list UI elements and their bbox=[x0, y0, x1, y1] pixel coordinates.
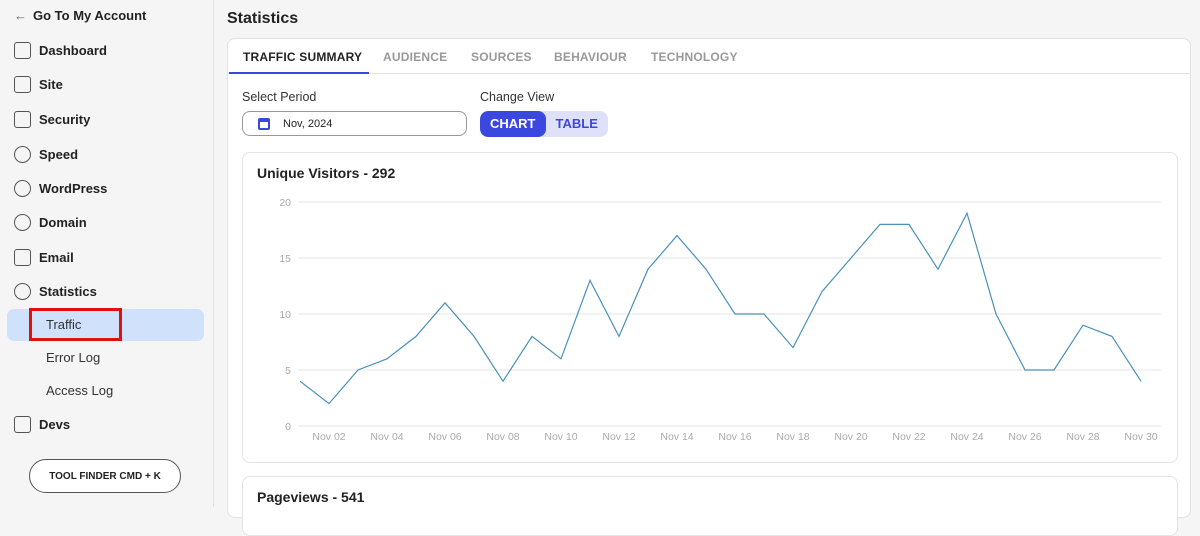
tab-traffic-summary[interactable]: TRAFFIC SUMMARY bbox=[243, 50, 362, 64]
y-tick-label: 20 bbox=[279, 197, 291, 209]
tab-sources[interactable]: SOURCES bbox=[471, 50, 532, 64]
mail-icon bbox=[14, 249, 31, 266]
unique-visitors-chart: 0 5 10 15 20 Nov 02 Nov 04 Nov 06 Nov 08 Nov 10 No… bbox=[243, 153, 1177, 462]
sidebar-item-email[interactable]: Email bbox=[14, 249, 74, 266]
x-tick-label: Nov 10 bbox=[544, 431, 577, 443]
y-tick-label: 0 bbox=[285, 421, 291, 433]
x-tick-label: Nov 12 bbox=[602, 431, 635, 443]
sidebar-item-security[interactable]: Security bbox=[14, 111, 90, 128]
table-view-button[interactable]: TABLE bbox=[546, 111, 608, 137]
tool-finder-button[interactable]: TOOL FINDER CMD + K bbox=[29, 459, 181, 493]
x-tick-label: Nov 18 bbox=[776, 431, 809, 443]
sidebar-item-statistics[interactable]: Statistics bbox=[14, 283, 97, 300]
sidebar-item-error-log[interactable]: Error Log bbox=[46, 350, 100, 365]
lock-icon bbox=[14, 111, 31, 128]
pageviews-title: Pageviews - 541 bbox=[257, 489, 364, 505]
period-label: Select Period bbox=[242, 90, 316, 104]
go-to-account-link[interactable]: ←Go To My Account bbox=[14, 8, 146, 23]
site-icon bbox=[14, 76, 31, 93]
tab-technology[interactable]: TECHNOLOGY bbox=[651, 50, 738, 64]
statistics-panel: TRAFFIC SUMMARY AUDIENCE SOURCES BEHAVIO… bbox=[227, 38, 1191, 518]
highlight-box bbox=[29, 308, 122, 341]
y-tick-label: 15 bbox=[279, 253, 291, 265]
view-label: Change View bbox=[480, 90, 554, 104]
sidebar-item-access-log[interactable]: Access Log bbox=[46, 383, 113, 398]
tab-audience[interactable]: AUDIENCE bbox=[383, 50, 447, 64]
tab-behaviour[interactable]: BEHAVIOUR bbox=[554, 50, 627, 64]
x-tick-label: Nov 16 bbox=[718, 431, 751, 443]
x-tick-label: Nov 08 bbox=[486, 431, 519, 443]
grid-icon bbox=[14, 42, 31, 59]
code-icon bbox=[14, 416, 31, 433]
sidebar-item-dashboard[interactable]: Dashboard bbox=[14, 42, 107, 59]
arrow-left-icon: ← bbox=[14, 8, 27, 23]
wordpress-icon bbox=[14, 180, 31, 197]
sidebar-item-site[interactable]: Site bbox=[14, 76, 63, 93]
x-tick-label: Nov 02 bbox=[312, 431, 345, 443]
x-tick-label: Nov 26 bbox=[1008, 431, 1041, 443]
x-tick-label: Nov 30 bbox=[1124, 431, 1157, 443]
x-tick-label: Nov 14 bbox=[660, 431, 693, 443]
x-tick-label: Nov 24 bbox=[950, 431, 983, 443]
view-toggle: CHART TABLE bbox=[480, 111, 608, 137]
page-title: Statistics bbox=[227, 10, 298, 28]
x-tick-label: Nov 20 bbox=[834, 431, 867, 443]
calendar-icon bbox=[258, 118, 270, 130]
active-tab-indicator bbox=[229, 72, 369, 74]
y-tick-label: 5 bbox=[285, 365, 291, 377]
sidebar-item-wordpress[interactable]: WordPress bbox=[14, 180, 107, 197]
tab-bar: TRAFFIC SUMMARY AUDIENCE SOURCES BEHAVIO… bbox=[228, 39, 1190, 74]
period-picker[interactable]: Nov, 2024 bbox=[242, 111, 467, 136]
x-tick-label: Nov 04 bbox=[370, 431, 403, 443]
y-tick-label: 10 bbox=[279, 309, 291, 321]
sidebar-item-speed[interactable]: Speed bbox=[14, 146, 78, 163]
rocket-icon bbox=[14, 146, 31, 163]
sidebar-item-devs[interactable]: Devs bbox=[14, 416, 70, 433]
x-tick-label: Nov 28 bbox=[1066, 431, 1099, 443]
visitors-series-line bbox=[300, 213, 1141, 403]
pageviews-card: Pageviews - 541 bbox=[242, 476, 1178, 536]
chart-view-button[interactable]: CHART bbox=[480, 111, 546, 137]
unique-visitors-card: Unique Visitors - 292 05101520Nov 02Nov … bbox=[242, 152, 1178, 463]
globe-icon bbox=[14, 214, 31, 231]
sidebar-item-domain[interactable]: Domain bbox=[14, 214, 87, 231]
sidebar: ←Go To My Account Dashboard Site Security S… bbox=[0, 0, 214, 507]
x-tick-label: Nov 06 bbox=[428, 431, 461, 443]
pie-chart-icon bbox=[14, 283, 31, 300]
x-tick-label: Nov 22 bbox=[892, 431, 925, 443]
